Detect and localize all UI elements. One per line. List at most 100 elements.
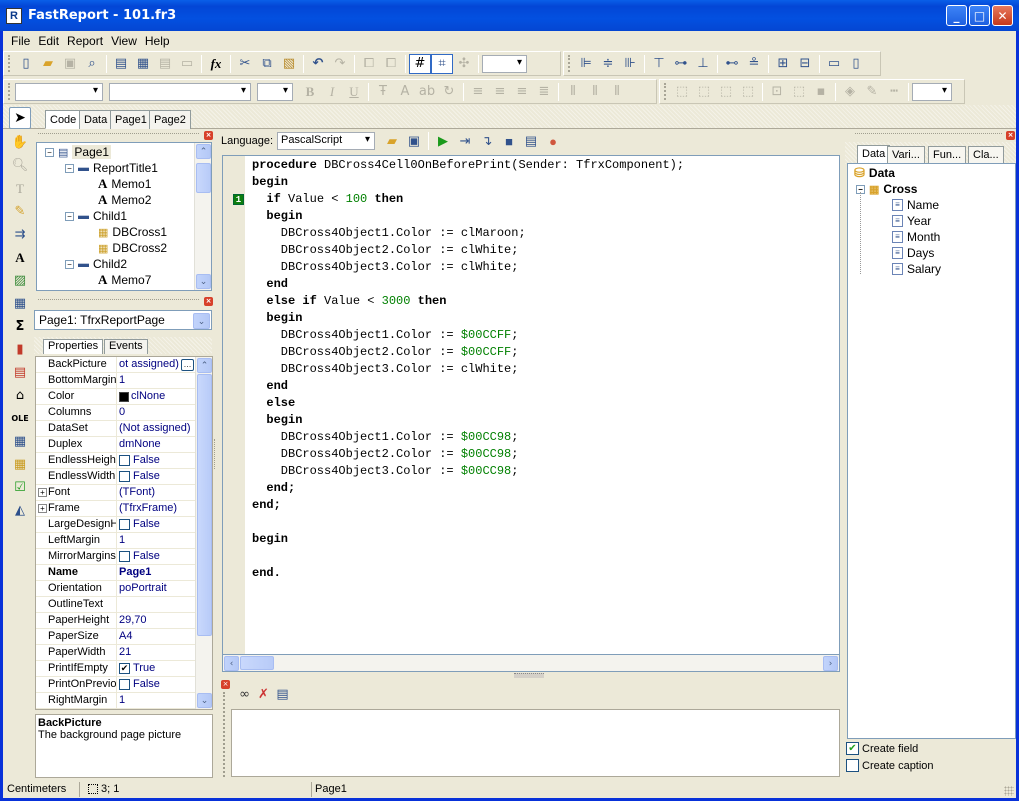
resize-grip[interactable] (1004, 786, 1014, 796)
option-checkbox[interactable]: ✔ Create field (846, 742, 918, 755)
code-line[interactable]: end; (252, 497, 281, 514)
property-row[interactable]: Color clNone (36, 389, 199, 405)
checkbox-icon[interactable] (846, 759, 859, 772)
italic-button[interactable]: I (321, 82, 343, 102)
valign-top-icon[interactable]: ⦀ (562, 82, 584, 102)
property-row[interactable]: BackPicture ot assigned)… (36, 357, 199, 373)
gradient-object-icon[interactable]: ◭ (7, 499, 33, 522)
tree-node-field[interactable]: ≡ Month (892, 229, 940, 245)
code-line[interactable]: DBCross4Object2.Color := clWhite; (252, 242, 519, 259)
scroll-thumb[interactable] (240, 656, 274, 670)
frame-width-combo[interactable] (912, 82, 952, 101)
scroll-thumb[interactable] (197, 374, 212, 636)
property-row[interactable]: BottomMargin 1 (36, 373, 199, 389)
property-row[interactable]: RightMargin 1 (36, 693, 199, 709)
stop-icon[interactable]: ■ (498, 131, 520, 151)
frame-all-icon[interactable]: ⊡ (766, 82, 788, 102)
tree-scrollbar[interactable]: ⌃ ⌄ (194, 143, 211, 290)
code-line[interactable]: DBCross4Object2.Color := $00CCFF; (252, 344, 519, 361)
tab-data[interactable]: Data (79, 110, 113, 129)
frame-right-icon[interactable]: ⬚ (737, 82, 759, 102)
property-row[interactable]: PaperSize A4 (36, 629, 199, 645)
bold-button[interactable]: B (299, 82, 321, 102)
font-size-icon[interactable]: Ŧ (372, 82, 394, 102)
tree-node-field[interactable]: ≡ Year (892, 213, 931, 229)
tree-node[interactable]: A Memo2 (98, 192, 151, 208)
collapse-icon[interactable]: − (65, 259, 74, 269)
center-vert-icon[interactable]: ⊟ (794, 54, 816, 74)
system-text-icon[interactable]: Σ (7, 315, 33, 338)
code-line[interactable]: begin (252, 412, 302, 429)
property-row[interactable]: MirrorMargins False (36, 549, 199, 565)
chart-icon[interactable]: ▮ (7, 338, 33, 361)
code-line[interactable]: begin (252, 531, 288, 548)
property-row[interactable]: DataSet (Not assigned) (36, 421, 199, 437)
tab-variables[interactable]: Vari... (887, 146, 925, 163)
align-top-icon[interactable]: ⊤ (648, 54, 670, 74)
step-into-icon[interactable]: ⇥ (454, 131, 476, 151)
font-color-icon[interactable]: A (394, 82, 416, 102)
property-row[interactable]: LargeDesignHeight False (36, 517, 199, 533)
text-align-right-icon[interactable]: ≡ (511, 82, 533, 102)
evaluate-icon[interactable]: ▤ (520, 131, 542, 151)
code-line[interactable]: DBCross4Object1.Color := $00CCFF; (252, 327, 519, 344)
same-height-icon[interactable]: ▯ (845, 54, 867, 74)
same-width-icon[interactable]: ▭ (823, 54, 845, 74)
tree-node[interactable]: − ▬ Child2 (65, 256, 127, 272)
code-line[interactable]: begin (252, 208, 302, 225)
align-left-icon[interactable]: ⊫ (575, 54, 597, 74)
collapse-icon[interactable]: − (45, 147, 54, 157)
new-dialog-icon[interactable]: ▦ (132, 54, 154, 74)
text-justify-icon[interactable]: ≣ (533, 82, 555, 102)
menu-help[interactable]: Help (143, 34, 176, 48)
code-line[interactable]: end (252, 378, 288, 395)
show-grid-icon[interactable]: # (409, 53, 431, 74)
valign-bottom-icon[interactable]: ⦀ (606, 82, 628, 102)
group-icon[interactable]: ⧠ (358, 54, 380, 74)
text-align-center-icon[interactable]: ≡ (489, 82, 511, 102)
tab-functions[interactable]: Fun... (928, 146, 967, 163)
cut-icon[interactable]: ✂ (234, 54, 256, 74)
tree-node-data-root[interactable]: ⛁ Data (854, 165, 895, 181)
collapse-icon[interactable]: − (65, 211, 74, 221)
space-vert-icon[interactable]: ≗ (743, 54, 765, 74)
property-checkbox[interactable] (119, 679, 130, 690)
tree-node-field[interactable]: ≡ Days (892, 245, 934, 261)
property-row[interactable]: EndlessWidth False (36, 469, 199, 485)
fit-to-grid-icon[interactable]: ✣ (453, 54, 475, 74)
property-row[interactable]: LeftMargin 1 (36, 533, 199, 549)
add-watch-icon[interactable]: ∞ (236, 684, 253, 704)
toolbar-grip[interactable] (8, 55, 11, 72)
frame-style-icon[interactable]: ┅ (883, 82, 905, 102)
menu-view[interactable]: View (109, 34, 143, 48)
tab-page2[interactable]: Page2 (149, 110, 191, 129)
edit-watch-icon[interactable]: ▤ (274, 684, 291, 704)
code-line[interactable]: DBCross4Object3.Color := $00CC98; (252, 463, 519, 480)
menu-report[interactable]: Report (65, 34, 109, 48)
code-line[interactable]: end (252, 276, 288, 293)
rotation-icon[interactable]: ↻ (438, 82, 460, 102)
scroll-right-icon[interactable]: › (823, 656, 838, 671)
close-watch-panel-icon[interactable]: × (221, 680, 230, 689)
code-line[interactable]: procedure DBCross4Cell0OnBeforePrint(Sen… (252, 157, 684, 174)
font-name-combo[interactable] (109, 82, 251, 101)
code-line[interactable]: end; (252, 480, 295, 497)
tab-data-fields[interactable]: Data (857, 145, 891, 163)
tab-properties[interactable]: Properties (43, 339, 104, 354)
open-icon[interactable]: ▰ (37, 54, 59, 74)
barcode-icon[interactable]: ⌂ (7, 384, 33, 407)
maximize-button[interactable]: □ (969, 5, 990, 26)
tree-node[interactable]: A Memo1 (98, 176, 151, 192)
underline-button[interactable]: U (343, 82, 365, 102)
property-row[interactable]: Orientation poPortrait (36, 581, 199, 597)
scroll-down-icon[interactable]: ⌄ (196, 274, 211, 289)
property-checkbox[interactable] (119, 455, 130, 466)
menu-file[interactable]: File (9, 34, 36, 48)
align-bottom-icon[interactable]: ⊥ (692, 54, 714, 74)
scroll-thumb[interactable] (196, 163, 211, 193)
align-center-icon[interactable]: ≑ (597, 54, 619, 74)
expand-icon[interactable]: + (38, 504, 47, 513)
text-object-icon[interactable]: A (7, 246, 33, 269)
checkbox-object-icon[interactable]: ☑ (7, 476, 33, 499)
space-horz-icon[interactable]: ⊷ (721, 54, 743, 74)
